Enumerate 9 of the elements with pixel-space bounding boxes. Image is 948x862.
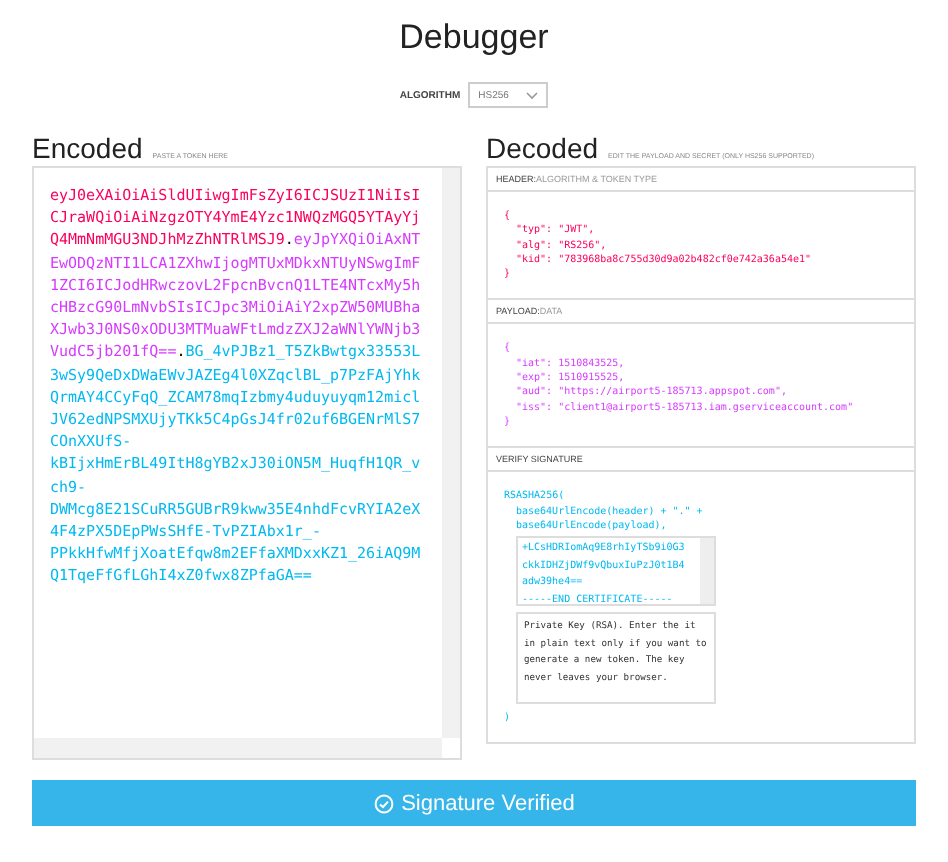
scrollbar[interactable]	[34, 738, 442, 758]
token-field[interactable]	[32, 166, 462, 760]
signature-verified-button[interactable]: Signature Verified	[32, 780, 916, 826]
page-title: Debugger	[397, 16, 551, 60]
decoded-heading: Decoded	[486, 132, 599, 164]
check-circle-icon	[373, 793, 394, 813]
chevron-icon	[526, 91, 539, 99]
encoded-heading: Encoded	[32, 132, 143, 164]
scrollbar[interactable]	[442, 168, 460, 738]
